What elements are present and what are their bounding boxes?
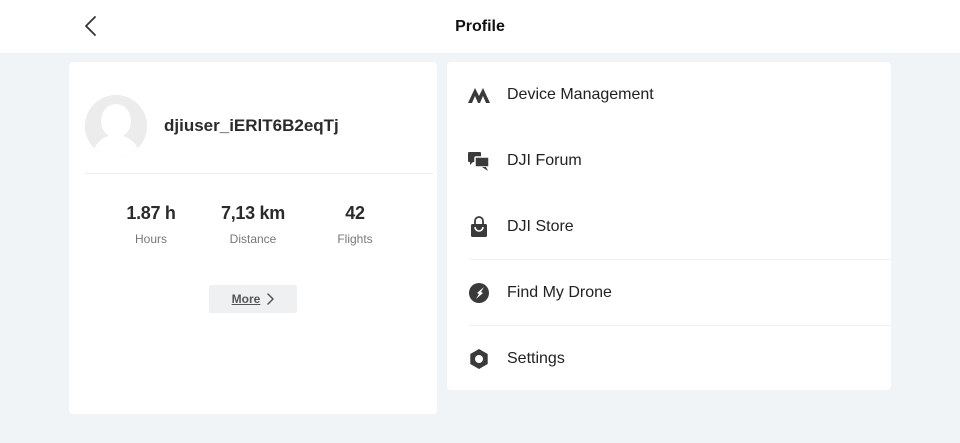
device-management-icon [467, 83, 491, 107]
menu-item-dji-forum[interactable]: DJI Forum [447, 128, 891, 194]
more-button-label: More [231, 292, 261, 306]
menu-item-settings[interactable]: Settings [447, 326, 891, 390]
username: djiuser_iERlT6B2eqTj [164, 116, 339, 135]
default-avatar-icon [85, 95, 147, 157]
stat-hours: 1.87 h Hours [101, 200, 201, 246]
top-bar: Profile [0, 0, 960, 53]
menu-card: Device Management DJI Forum DJI Store Fi… [447, 62, 891, 390]
menu-item-dji-store[interactable]: DJI Store [447, 194, 891, 260]
forum-icon [467, 149, 491, 173]
menu-item-label: Find My Drone [507, 284, 612, 301]
menu-item-label: Device Management [507, 86, 654, 103]
profile-card: djiuser_iERlT6B2eqTj 1.87 h Hours 7,13 k… [69, 62, 437, 414]
page-title: Profile [455, 17, 505, 35]
stat-flights: 42 Flights [305, 200, 405, 246]
stat-distance-label: Distance [229, 232, 277, 246]
stat-flights-value: 42 [345, 203, 365, 223]
menu-item-label: DJI Forum [507, 152, 582, 169]
stat-distance-value: 7,13 km [221, 203, 285, 223]
stat-hours-value: 1.87 h [126, 203, 176, 223]
avatar[interactable] [85, 95, 147, 157]
menu-item-label: DJI Store [507, 218, 574, 235]
menu-item-label: Settings [507, 350, 565, 367]
divider [85, 173, 433, 174]
menu-item-device-management[interactable]: Device Management [447, 62, 891, 128]
stat-flights-label: Flights [337, 232, 373, 246]
store-bag-icon [467, 215, 491, 239]
find-drone-icon [467, 281, 491, 305]
stat-distance: 7,13 km Distance [203, 200, 303, 246]
stat-hours-label: Hours [134, 232, 167, 246]
settings-icon [467, 347, 491, 371]
menu-item-find-my-drone[interactable]: Find My Drone [447, 260, 891, 326]
chevron-right-icon [267, 293, 275, 305]
more-button[interactable]: More [209, 285, 297, 313]
